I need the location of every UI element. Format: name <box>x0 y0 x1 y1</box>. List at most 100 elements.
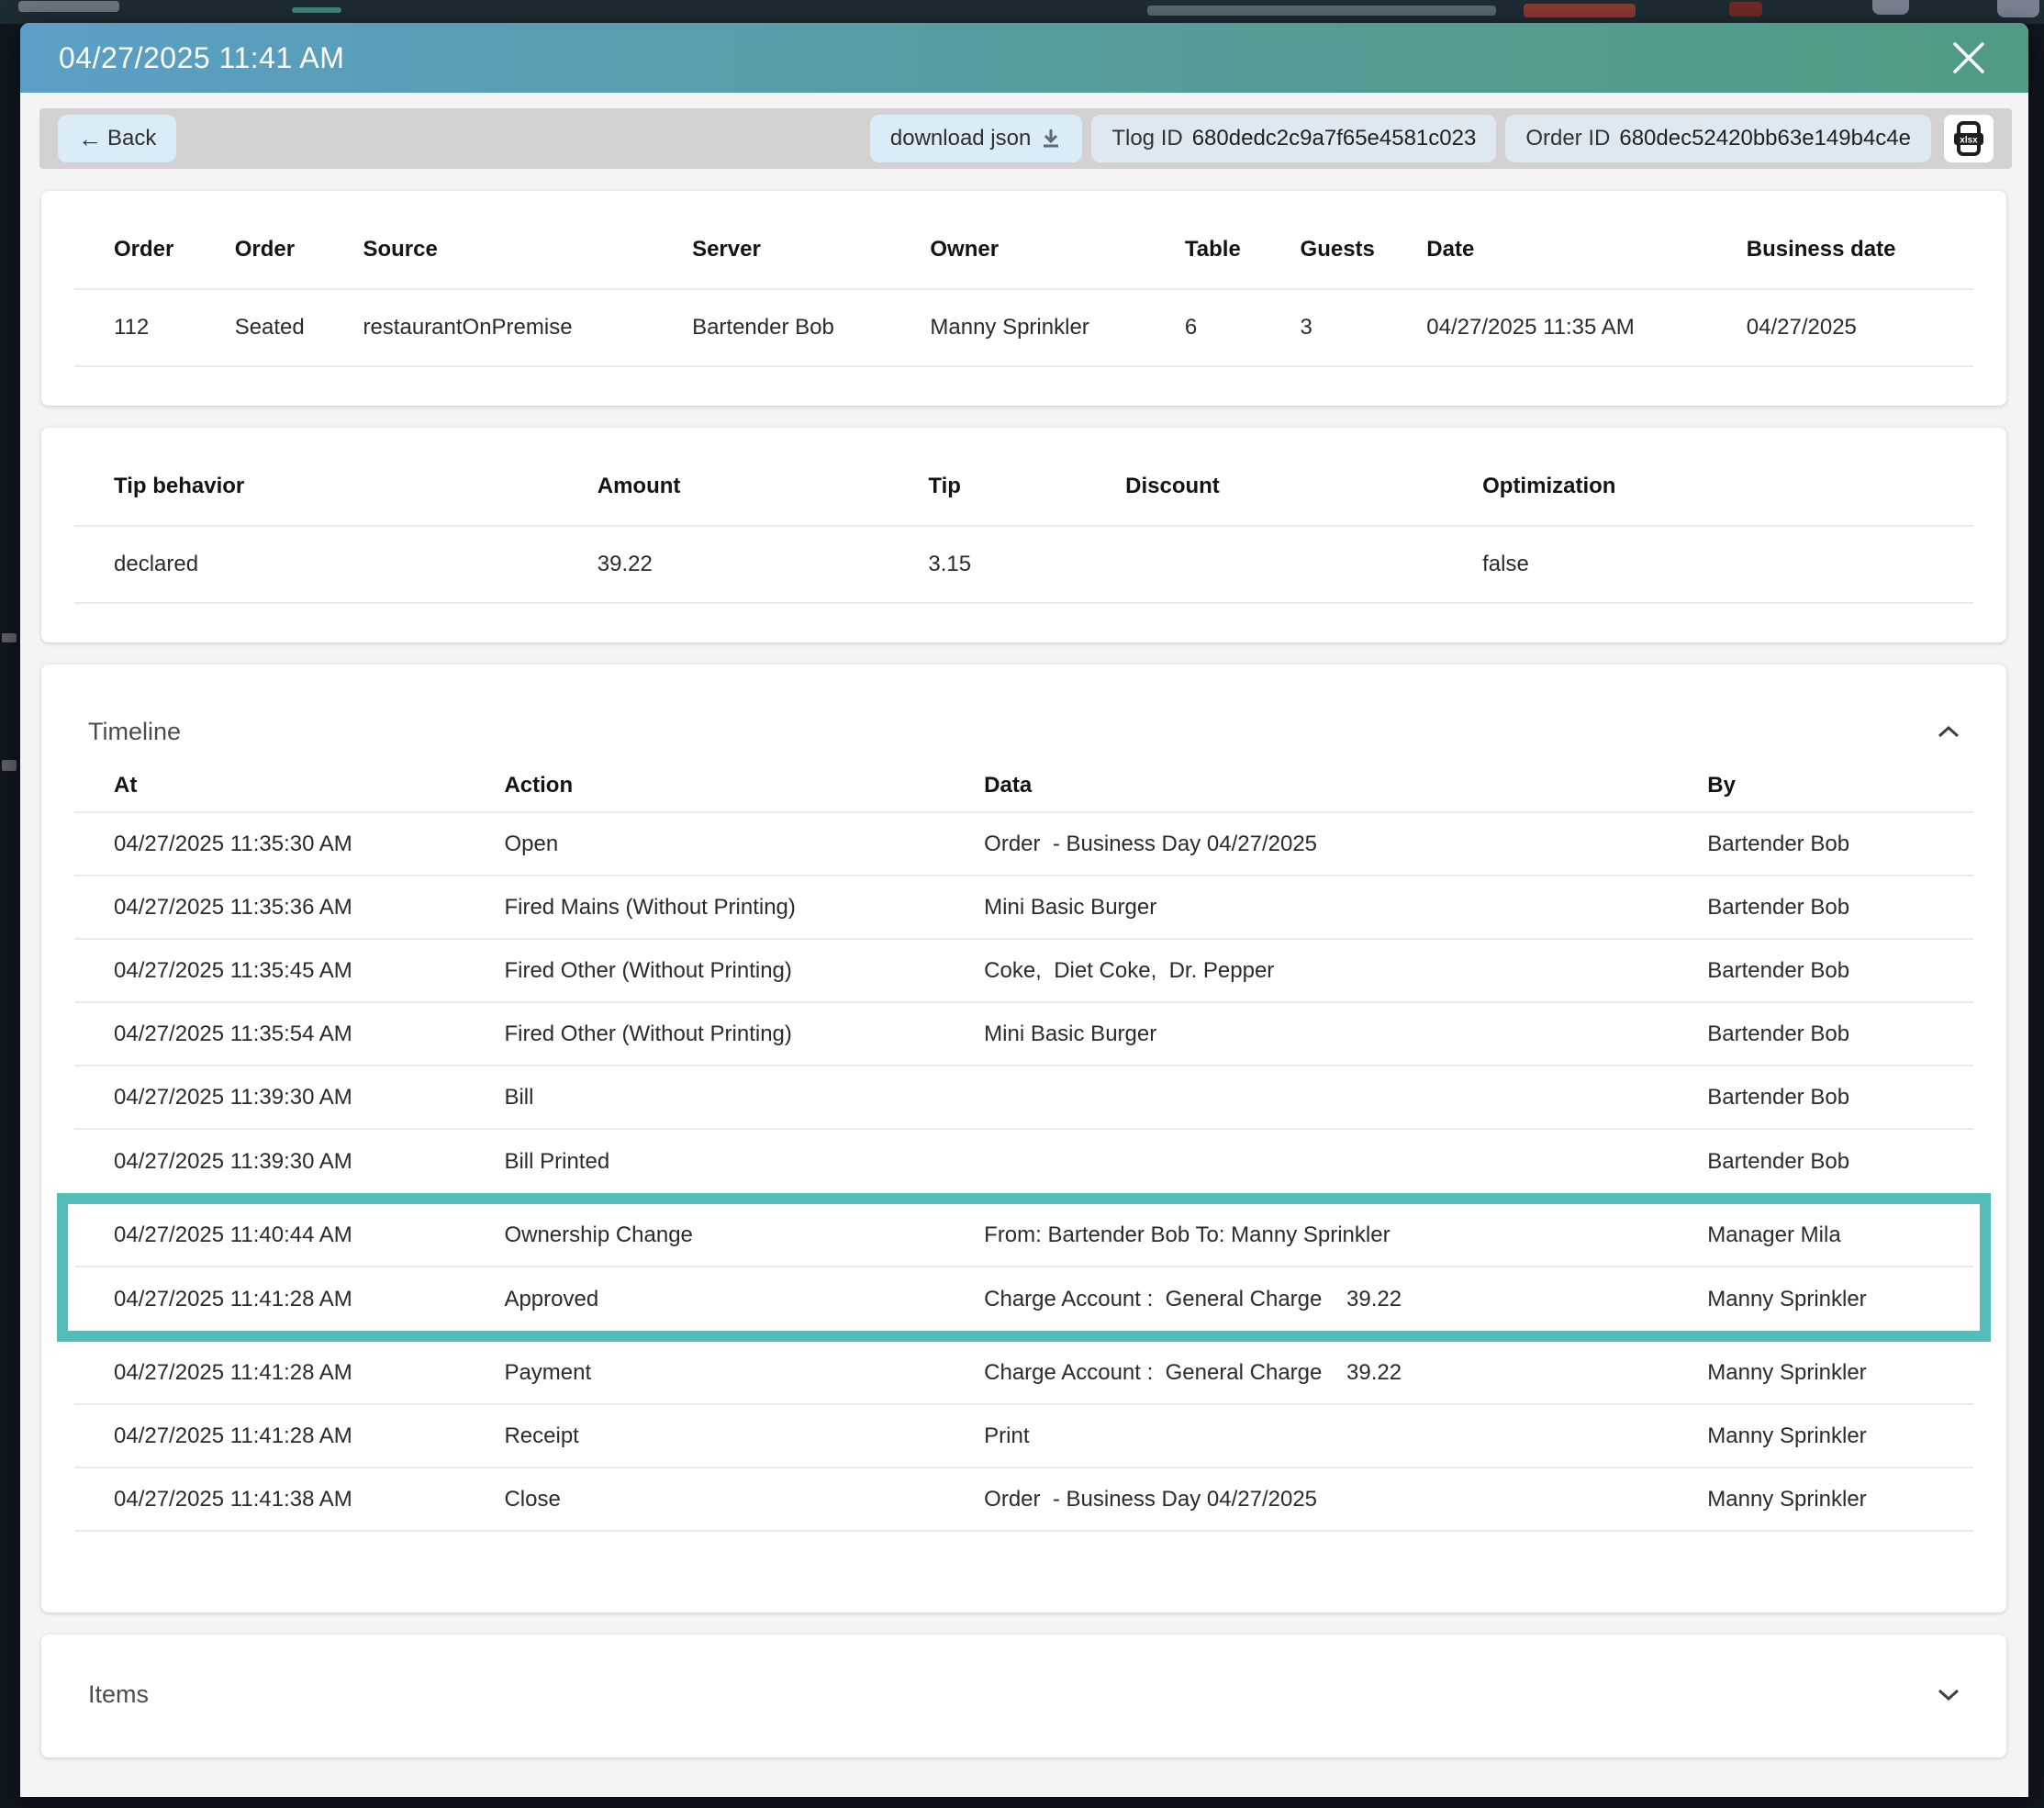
timeline-action: Bill Printed <box>504 1149 984 1175</box>
download-icon <box>1040 128 1062 150</box>
timeline-row[interactable]: 04/27/2025 11:35:36 AM Fired Mains (With… <box>74 876 1973 940</box>
column-header-amount: Amount <box>598 474 929 499</box>
column-header-at: At <box>114 773 504 798</box>
background-side-mark <box>2 760 17 771</box>
timeline-by: Manny Sprinkler <box>1707 1423 1973 1449</box>
order-id-chip[interactable]: Order ID 680dec52420bb63e149b4c4e <box>1505 115 1931 162</box>
tlog-id-value: 680dedc2c9a7f65e4581c023 <box>1192 126 1477 151</box>
highlighted-timeline-rows: 04/27/2025 11:40:44 AM Ownership Change … <box>57 1193 1991 1342</box>
timeline-by: Manny Sprinkler <box>1707 1487 1973 1512</box>
export-xlsx-button[interactable]: xlsx <box>1944 115 1994 162</box>
guests-value: 3 <box>1301 315 1427 340</box>
timeline-data: Order - Business Day 04/27/2025 <box>984 1487 1707 1512</box>
timeline-data: Charge Account : General Charge 39.22 <box>984 1287 1707 1312</box>
order-id-value: 680dec52420bb63e149b4c4e <box>1619 126 1911 151</box>
order-id-label: Order ID <box>1525 126 1610 151</box>
items-section-header: Items <box>74 1668 1973 1721</box>
timeline-data: Charge Account : General Charge 39.22 <box>984 1360 1707 1386</box>
column-header-source: Source <box>363 237 692 262</box>
timeline-by: Bartender Bob <box>1707 958 1973 984</box>
column-header-guests: Guests <box>1301 237 1427 262</box>
download-json-label: download json <box>890 126 1031 151</box>
timeline-title: Timeline <box>88 718 181 746</box>
background-text-blob <box>18 1 119 12</box>
timeline-by: Manny Sprinkler <box>1707 1360 1973 1386</box>
column-header-data: Data <box>984 773 1707 798</box>
svg-text:xlsx: xlsx <box>1960 136 1978 146</box>
optimization-value: false <box>1482 552 1973 577</box>
background-tab-bump <box>1997 0 2039 17</box>
payment-summary-card: Tip behavior Amount Tip Discount Optimiz… <box>41 428 2006 642</box>
timeline-row-highlighted[interactable]: 04/27/2025 11:40:44 AM Ownership Change … <box>74 1204 1973 1267</box>
timeline-action: Ownership Change <box>504 1222 984 1248</box>
source-value: restaurantOnPremise <box>363 315 692 340</box>
items-expand-button[interactable] <box>1937 1687 1960 1702</box>
timeline-by: Bartender Bob <box>1707 1149 1973 1175</box>
back-button-label: Back <box>107 126 156 151</box>
modal-title: 04/27/2025 11:41 AM <box>59 41 344 75</box>
server-value: Bartender Bob <box>692 315 930 340</box>
timeline-at: 04/27/2025 11:41:28 AM <box>114 1423 504 1449</box>
timeline-action: Fired Other (Without Printing) <box>504 958 984 984</box>
date-value: 04/27/2025 11:35 AM <box>1426 315 1746 340</box>
order-status-value: Seated <box>235 315 363 340</box>
chevron-up-icon <box>1937 724 1960 739</box>
payment-table-header-row: Tip behavior Amount Tip Discount Optimiz… <box>74 474 1973 525</box>
timeline-by: Bartender Bob <box>1707 1021 1973 1047</box>
payment-table-row: declared 39.22 3.15 false <box>74 525 1973 604</box>
timeline-at: 04/27/2025 11:35:54 AM <box>114 1021 504 1047</box>
timeline-data: Mini Basic Burger <box>984 1021 1707 1047</box>
business-date-value: 04/27/2025 <box>1747 315 1973 340</box>
column-header-server: Server <box>692 237 930 262</box>
column-header-action: Action <box>504 773 984 798</box>
timeline-header-row: At Action Data By <box>74 758 1973 813</box>
timeline-row[interactable]: 04/27/2025 11:35:30 AM Open Order - Busi… <box>74 813 1973 876</box>
timeline-data: Order - Business Day 04/27/2025 <box>984 831 1707 857</box>
timeline-action: Approved <box>504 1287 984 1312</box>
chevron-down-icon <box>1937 1687 1960 1702</box>
timeline-collapse-button[interactable] <box>1937 724 1960 739</box>
owner-value: Manny Sprinkler <box>930 315 1185 340</box>
column-header-optimization: Optimization <box>1482 474 1973 499</box>
column-header-table: Table <box>1185 237 1301 262</box>
timeline-row[interactable]: 04/27/2025 11:41:28 AM Receipt Print Man… <box>74 1405 1973 1468</box>
back-button[interactable]: ←Back <box>58 115 176 162</box>
order-table-header-row: Order Order Source Server Owner Table Gu… <box>74 237 1973 288</box>
order-summary-card: Order Order Source Server Owner Table Gu… <box>41 191 2006 406</box>
timeline-action: Fired Mains (Without Printing) <box>504 895 984 921</box>
timeline-row[interactable]: 04/27/2025 11:39:30 AM Bill Printed Bart… <box>74 1130 1973 1193</box>
timeline-action: Receipt <box>504 1423 984 1449</box>
column-header-date: Date <box>1426 237 1746 262</box>
timeline-at: 04/27/2025 11:35:45 AM <box>114 958 504 984</box>
tlog-id-label: Tlog ID <box>1111 126 1182 151</box>
column-header-owner: Owner <box>930 237 1185 262</box>
download-json-button[interactable]: download json <box>870 115 1082 162</box>
timeline-row[interactable]: 04/27/2025 11:41:38 AM Close Order - Bus… <box>74 1468 1973 1532</box>
background-page-top <box>0 0 2044 24</box>
timeline-data: Coke, Diet Coke, Dr. Pepper <box>984 958 1707 984</box>
xlsx-file-icon: xlsx <box>1949 119 1988 158</box>
timeline-at: 04/27/2025 11:35:30 AM <box>114 831 504 857</box>
timeline-row[interactable]: 04/27/2025 11:35:54 AM Fired Other (With… <box>74 1003 1973 1066</box>
timeline-section-header: Timeline <box>74 705 1973 758</box>
timeline-action: Open <box>504 831 984 857</box>
timeline-row[interactable]: 04/27/2025 11:35:45 AM Fired Other (With… <box>74 940 1973 1003</box>
timeline-row-highlighted[interactable]: 04/27/2025 11:41:28 AM Approved Charge A… <box>74 1267 1973 1331</box>
timeline-row[interactable]: 04/27/2025 11:41:28 AM Payment Charge Ac… <box>74 1342 1973 1405</box>
timeline-row[interactable]: 04/27/2025 11:39:30 AM Bill Bartender Bo… <box>74 1066 1973 1130</box>
timeline-action: Fired Other (Without Printing) <box>504 1021 984 1047</box>
timeline-data: From: Bartender Bob To: Manny Sprinkler <box>984 1222 1707 1248</box>
order-number-value: 112 <box>114 315 235 340</box>
modal-header: 04/27/2025 11:41 AM <box>20 23 2028 93</box>
timeline-at: 04/27/2025 11:41:28 AM <box>114 1287 504 1312</box>
close-icon <box>1949 39 1988 77</box>
close-button[interactable] <box>1948 37 1990 79</box>
column-header-business-date: Business date <box>1747 237 1973 262</box>
timeline-at: 04/27/2025 11:40:44 AM <box>114 1222 504 1248</box>
background-text-blob <box>1147 6 1496 16</box>
timeline-action: Payment <box>504 1360 984 1386</box>
background-red-badge <box>1729 2 1762 17</box>
timeline-action: Bill <box>504 1085 984 1110</box>
timeline-at: 04/27/2025 11:39:30 AM <box>114 1149 504 1175</box>
tlog-id-chip[interactable]: Tlog ID 680dedc2c9a7f65e4581c023 <box>1091 115 1496 162</box>
